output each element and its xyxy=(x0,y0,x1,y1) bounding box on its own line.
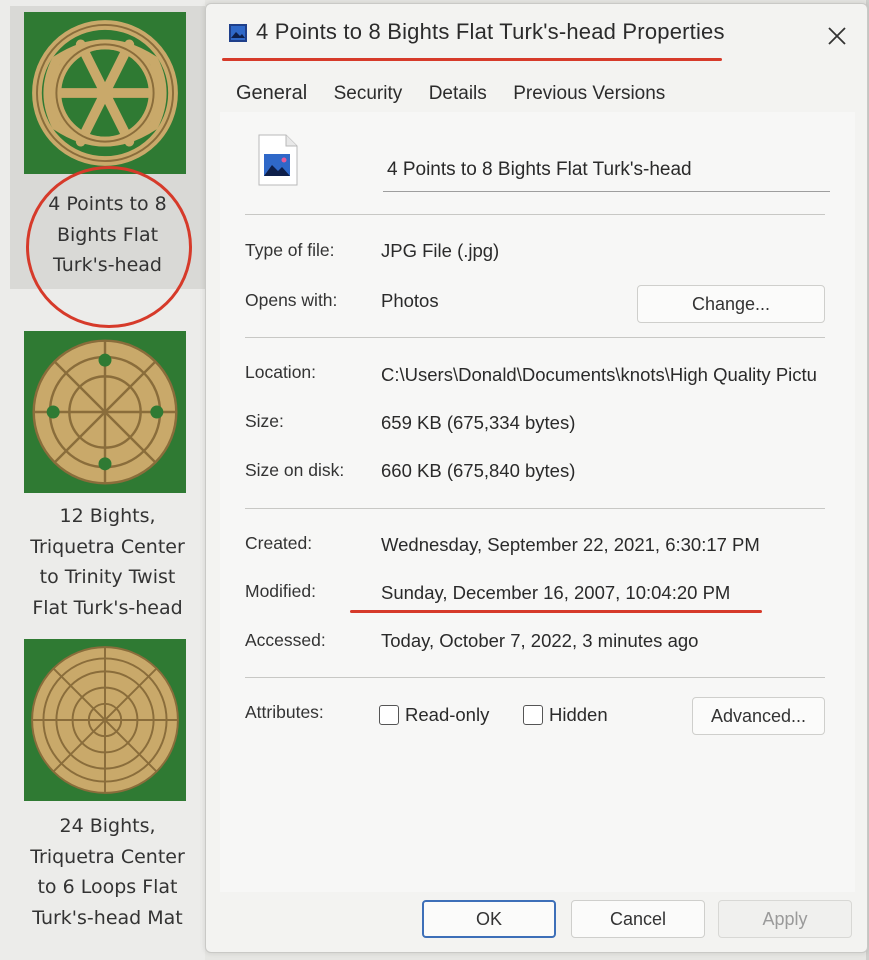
ok-button[interactable]: OK xyxy=(422,900,556,938)
readonly-label: Read-only xyxy=(405,704,490,725)
close-button[interactable] xyxy=(815,14,859,58)
properties-dialog: 4 Points to 8 Bights Flat Turk's-head Pr… xyxy=(205,3,868,953)
red-annotation-underline xyxy=(350,610,762,613)
modified-value: Sunday, December 16, 2007, 10:04:20 PM xyxy=(381,582,731,603)
divider xyxy=(245,508,825,509)
modified-label: Modified: xyxy=(245,581,317,601)
location-value[interactable]: C:\Users\Donald\Documents\knots\High Qua… xyxy=(381,364,831,386)
change-button[interactable]: Change... xyxy=(637,285,825,323)
red-annotation-underline xyxy=(222,58,722,61)
general-tab-panel: 4 Points to 8 Bights Flat Turk's-head Ty… xyxy=(220,112,855,892)
tab-previous-versions[interactable]: Previous Versions xyxy=(511,79,667,109)
type-of-file-label: Type of file: xyxy=(245,240,335,260)
size-label: Size: xyxy=(245,411,284,431)
readonly-checkbox-box[interactable] xyxy=(379,705,399,725)
file-explorer-pane: 4 Points to 8 Bights Flat Turk's-head 12… xyxy=(0,0,205,960)
attributes-label: Attributes: xyxy=(245,702,324,722)
close-icon xyxy=(828,27,846,45)
tab-details[interactable]: Details xyxy=(427,79,489,109)
created-label: Created: xyxy=(245,533,313,553)
file-name-input[interactable]: 4 Points to 8 Bights Flat Turk's-head xyxy=(383,150,830,192)
created-value: Wednesday, September 22, 2021, 6:30:17 P… xyxy=(381,534,760,555)
knot-image xyxy=(24,12,186,174)
file-item-label: 24 Bights, Triquetra Center to 6 Loops F… xyxy=(30,815,185,929)
readonly-checkbox[interactable]: Read-only xyxy=(379,700,489,730)
red-annotation-circle xyxy=(26,166,192,328)
hidden-label: Hidden xyxy=(549,704,608,725)
file-item-24-bights[interactable]: 24 Bights, Triquetra Center to 6 Loops F… xyxy=(10,633,205,960)
size-on-disk-label: Size on disk: xyxy=(245,460,345,480)
knot-thumbnail xyxy=(24,12,186,174)
size-value: 659 KB (675,334 bytes) xyxy=(381,412,576,433)
file-item-12-bights[interactable]: 12 Bights, Triquetra Center to Trinity T… xyxy=(10,325,205,630)
dialog-title: 4 Points to 8 Bights Flat Turk's-head Pr… xyxy=(256,19,725,44)
title-bar[interactable]: 4 Points to 8 Bights Flat Turk's-head Pr… xyxy=(206,4,867,68)
location-label: Location: xyxy=(245,362,317,382)
accessed-label: Accessed: xyxy=(245,630,326,650)
divider xyxy=(245,214,825,215)
tab-general[interactable]: General xyxy=(234,78,309,109)
size-on-disk-value: 660 KB (675,840 bytes) xyxy=(381,460,576,481)
hidden-checkbox[interactable]: Hidden xyxy=(523,700,608,730)
cancel-button[interactable]: Cancel xyxy=(571,900,705,938)
opens-with-value: Photos xyxy=(381,290,439,311)
knot-image xyxy=(24,331,186,493)
type-of-file-value: JPG File (.jpg) xyxy=(381,240,500,261)
opens-with-label: Opens with: xyxy=(245,290,338,310)
divider xyxy=(245,677,825,678)
knot-thumbnail xyxy=(24,639,186,801)
hidden-checkbox-box[interactable] xyxy=(523,705,543,725)
jpg-file-icon xyxy=(258,134,298,186)
divider xyxy=(245,337,825,338)
advanced-button[interactable]: Advanced... xyxy=(692,697,825,735)
knot-image xyxy=(24,639,186,801)
knot-thumbnail xyxy=(24,331,186,493)
apply-button[interactable]: Apply xyxy=(718,900,852,938)
accessed-value: Today, October 7, 2022, 3 minutes ago xyxy=(381,630,699,651)
image-file-icon xyxy=(229,24,247,42)
tab-security[interactable]: Security xyxy=(332,79,405,109)
file-item-label: 12 Bights, Triquetra Center to Trinity T… xyxy=(30,505,185,619)
